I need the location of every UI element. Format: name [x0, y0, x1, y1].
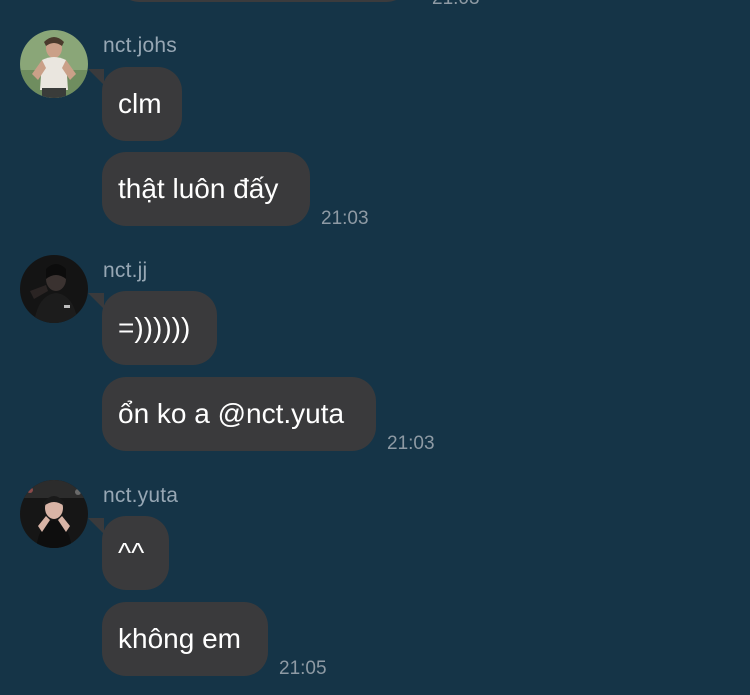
- chat-thread: 21:03 nct.johs clm thật luôn đấy 21:03: [0, 0, 750, 695]
- message-bubble-previous[interactable]: [118, 0, 408, 2]
- username-nct-jj[interactable]: nct.jj: [103, 259, 147, 283]
- message-bubble[interactable]: ^^: [88, 516, 169, 590]
- avatar-nct-jj[interactable]: [20, 255, 88, 323]
- message-bubble[interactable]: =)))))): [88, 291, 217, 365]
- message-text: không em: [118, 623, 241, 654]
- user-photo-icon: [20, 255, 88, 323]
- message-timestamp: 21:03: [321, 208, 369, 229]
- username-nct-yuta[interactable]: nct.yuta: [103, 484, 178, 508]
- message-text: clm: [118, 88, 162, 119]
- message-text: ổn ko a @nct.yuta: [118, 398, 345, 429]
- message-text: thật luôn đấy: [118, 173, 279, 204]
- avatar-nct-johs[interactable]: [20, 30, 88, 98]
- message-bubble[interactable]: ổn ko a @nct.yuta: [102, 377, 376, 451]
- message-bubble[interactable]: thật luôn đấy: [102, 152, 310, 226]
- message-bubble[interactable]: clm: [88, 67, 182, 141]
- message-timestamp: 21:03: [387, 433, 435, 454]
- username-nct-johs[interactable]: nct.johs: [103, 34, 177, 58]
- message-text: =)))))): [118, 312, 191, 343]
- message-timestamp-previous: 21:03: [432, 0, 480, 10]
- user-photo-icon: [20, 480, 88, 548]
- avatar-nct-yuta[interactable]: [20, 480, 88, 548]
- message-bubble[interactable]: không em: [102, 602, 268, 676]
- message-text: ^^: [118, 537, 145, 568]
- message-timestamp: 21:05: [279, 658, 327, 679]
- user-photo-icon: [20, 30, 88, 98]
